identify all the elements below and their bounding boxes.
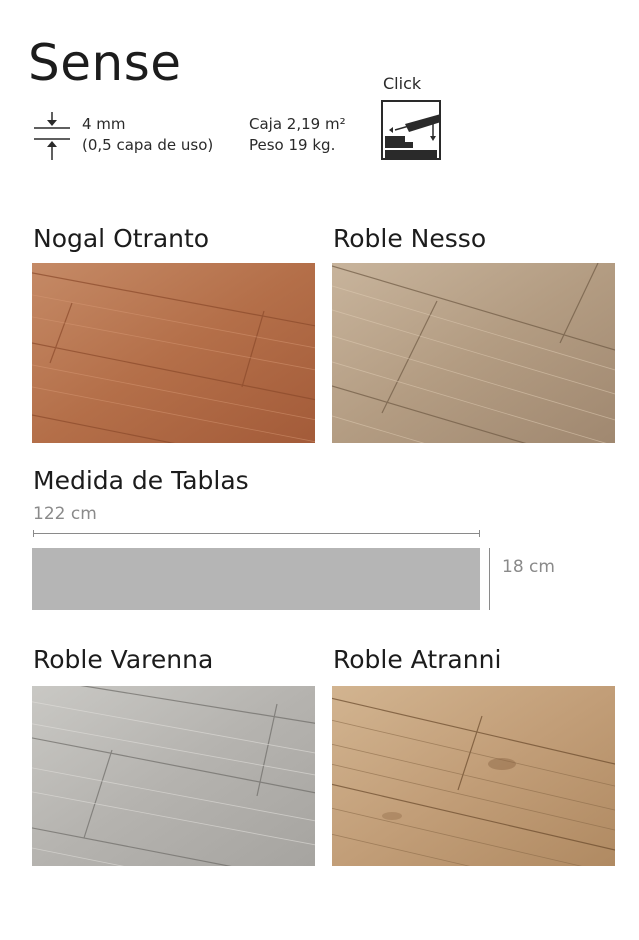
thickness-value: 4 mm: [82, 115, 126, 133]
swatch-roble-atranni: [332, 686, 615, 866]
click-label: Click: [383, 74, 422, 93]
product-name-roble-atranni: Roble Atranni: [333, 645, 502, 674]
product-name-roble-nesso: Roble Nesso: [333, 224, 487, 253]
thickness-spec: 4 mm (0,5 capa de uso): [82, 114, 213, 156]
thickness-arrows-icon: [34, 112, 70, 160]
box-spec: Caja 2,19 m² Peso 19 kg.: [249, 114, 346, 156]
plank-shape: [32, 548, 480, 610]
width-dimension-line: [489, 548, 490, 610]
product-name-roble-varenna: Roble Varenna: [33, 645, 214, 674]
swatch-roble-nesso: [332, 263, 615, 443]
box-weight-value: Peso 19 kg.: [249, 136, 336, 154]
swatch-roble-varenna: [32, 686, 315, 866]
swatch-nogal-otranto: [32, 263, 315, 443]
length-tick-left: [33, 530, 34, 537]
product-name-nogal-otranto: Nogal Otranto: [33, 224, 210, 253]
length-tick-right: [479, 530, 480, 537]
plank-length-label: 122 cm: [33, 504, 97, 524]
wear-layer-value: (0,5 capa de uso): [82, 136, 214, 154]
plank-size-heading: Medida de Tablas: [33, 466, 249, 495]
plank-width-label: 18 cm: [502, 557, 555, 577]
click-lock-icon: [381, 100, 441, 160]
page-title: Sense: [28, 34, 182, 92]
length-dimension-line: [33, 533, 480, 534]
box-area-value: Caja 2,19 m²: [249, 115, 346, 133]
